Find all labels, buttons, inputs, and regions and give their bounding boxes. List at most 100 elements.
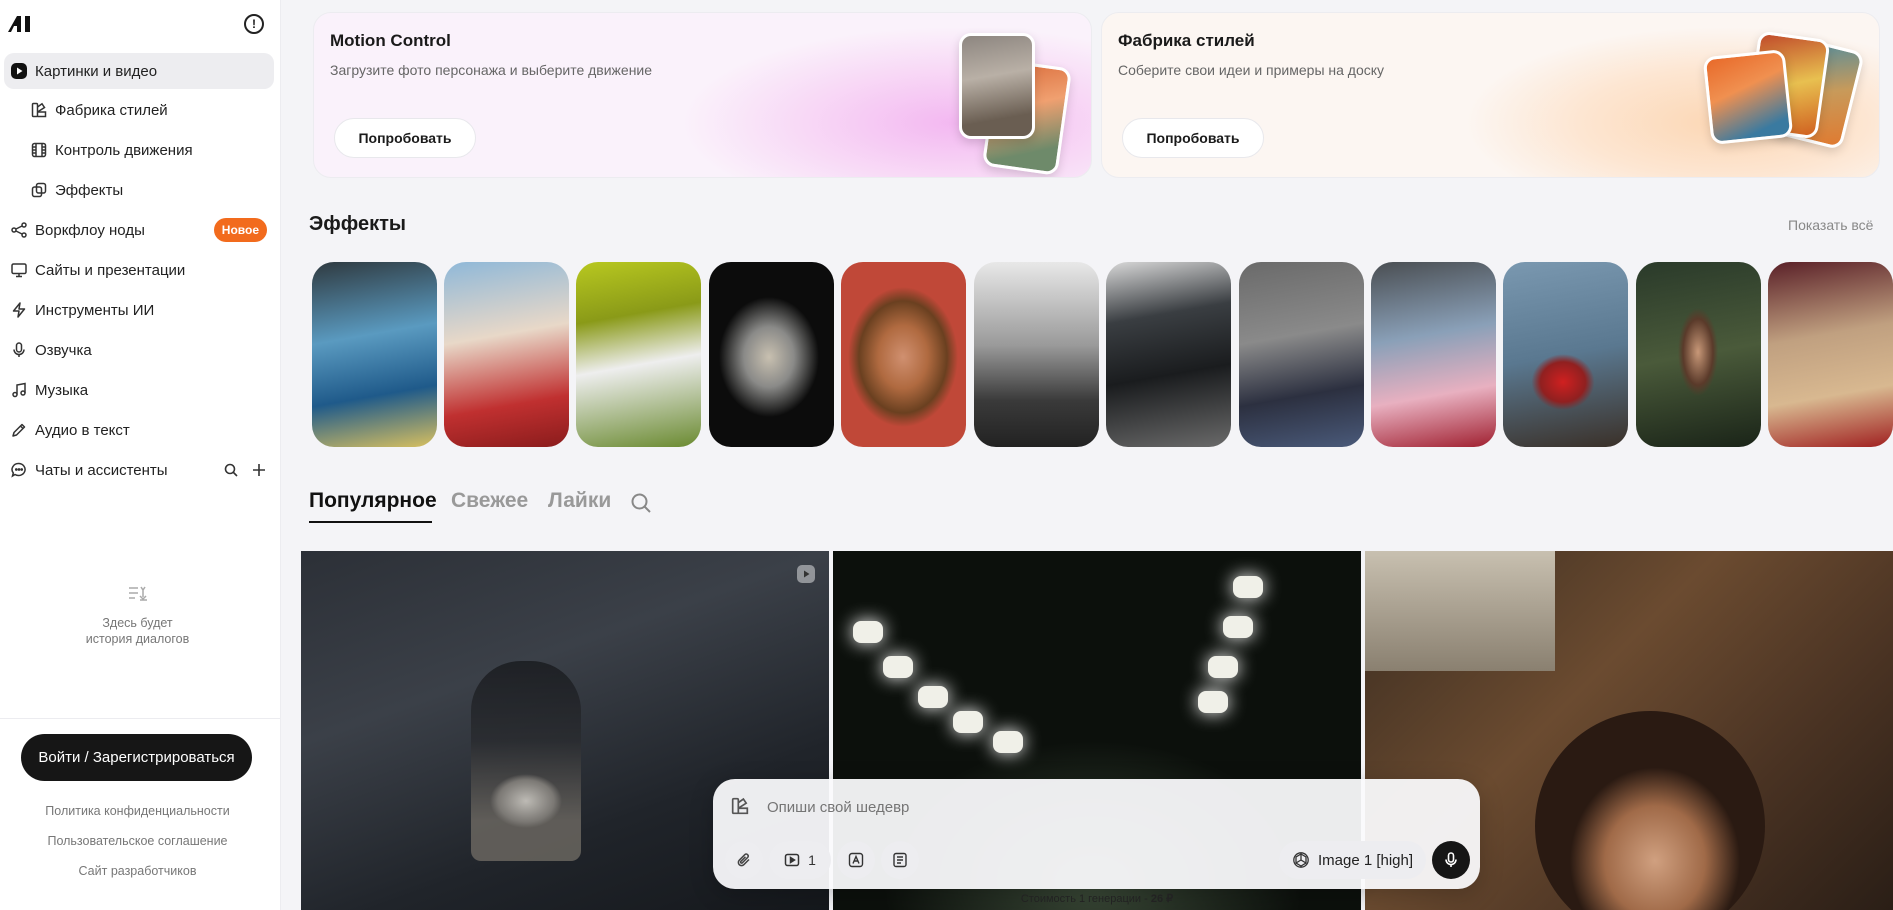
info-icon[interactable]: ! — [244, 14, 264, 34]
effects-section-title: Эффекты — [309, 213, 406, 235]
search-icon[interactable] — [224, 463, 238, 477]
user-agreement-link[interactable]: Пользовательское соглашение — [0, 834, 275, 848]
effect-card[interactable] — [1636, 262, 1761, 447]
play-badge-icon — [6, 62, 32, 80]
effect-card[interactable] — [1768, 262, 1893, 447]
sidebar-item-label: Инструменты ИИ — [35, 301, 155, 319]
sidebar-item-sites[interactable]: Сайты и презентации — [4, 252, 274, 288]
promo-card-motion-control[interactable]: Motion Control Загрузите фото персонажа … — [313, 12, 1092, 178]
effect-card[interactable] — [709, 262, 834, 447]
developers-link[interactable]: Сайт разработчиков — [0, 864, 275, 878]
play-square-icon — [784, 853, 800, 867]
sidebar-item-label: Фабрика стилей — [55, 101, 168, 119]
effect-card[interactable] — [1503, 262, 1628, 447]
bokeh-light — [1208, 656, 1238, 678]
sidebar-item-style-factory[interactable]: Фабрика стилей — [4, 92, 274, 128]
sidebar-item-images-video[interactable]: Картинки и видео — [4, 53, 274, 89]
text-mode-button[interactable] — [837, 841, 875, 879]
new-badge: Новое — [213, 218, 267, 242]
promo-card-style-factory[interactable]: Фабрика стилей Соберите свои идеи и прим… — [1101, 12, 1880, 178]
count-value: 1 — [808, 852, 816, 868]
sidebar-item-label: Сайты и презентации — [35, 261, 186, 279]
feed-kitchen-hood — [1365, 551, 1555, 671]
sidebar-item-label: Аудио в текст — [35, 421, 130, 439]
sidebar-item-motion-control[interactable]: Контроль движения — [4, 132, 274, 168]
effect-card[interactable] — [312, 262, 437, 447]
try-button[interactable]: Попробовать — [334, 118, 476, 158]
film-icon — [26, 142, 52, 158]
effect-card[interactable] — [841, 262, 966, 447]
bokeh-light — [1223, 616, 1253, 638]
chat-tools — [224, 463, 266, 477]
prompt-bar: 1 Image 1 [high] — [713, 779, 1480, 889]
model-select-button[interactable]: Image 1 [high] — [1279, 841, 1426, 879]
effect-card[interactable] — [1106, 262, 1231, 447]
voice-input-button[interactable] — [1432, 841, 1470, 879]
notes-button[interactable] — [881, 841, 919, 879]
video-badge-icon — [797, 565, 815, 583]
effect-card[interactable] — [974, 262, 1099, 447]
cost-value: 26 ₽ — [1150, 893, 1174, 905]
monitor-icon — [6, 262, 32, 278]
promo-title: Motion Control — [330, 31, 451, 50]
sidebar: ! Картинки и видео Фабрика стилей Контро… — [0, 0, 281, 910]
show-all-link[interactable]: Показать всё — [1788, 217, 1873, 233]
microphone-icon — [6, 342, 32, 358]
tab-fresh[interactable]: Свежее — [451, 489, 528, 513]
sidebar-item-effects[interactable]: Эффекты — [4, 172, 274, 208]
sidebar-item-label: Воркфлоу ноды — [35, 221, 145, 239]
effect-card[interactable] — [444, 262, 569, 447]
bokeh-light — [883, 656, 913, 678]
sidebar-item-label: Эффекты — [55, 181, 124, 199]
generation-cost: Стоимость 1 генерации - 26 ₽ — [833, 892, 1361, 905]
sidebar-item-label: Озвучка — [35, 341, 92, 359]
app-logo[interactable] — [8, 14, 38, 40]
letter-a-icon — [848, 852, 864, 868]
search-icon[interactable] — [630, 492, 652, 519]
model-label: Image 1 [high] — [1317, 851, 1414, 869]
promo-subtitle: Загрузите фото персонажа и выберите движ… — [330, 62, 653, 78]
effect-card[interactable] — [1371, 262, 1496, 447]
bokeh-light — [953, 711, 983, 733]
history-list-icon — [0, 585, 275, 607]
sidebar-item-audio-to-text[interactable]: Аудио в текст — [4, 412, 274, 448]
effect-card[interactable] — [576, 262, 701, 447]
sidebar-item-ai-tools[interactable]: Инструменты ИИ — [4, 292, 274, 328]
tab-likes[interactable]: Лайки — [548, 489, 611, 513]
promo-thumbnail — [1702, 48, 1794, 146]
sidebar-item-music[interactable]: Музыка — [4, 372, 274, 408]
history-empty-text: Здесь будет история диалогов — [85, 616, 190, 646]
sidebar-item-label: Музыка — [35, 381, 89, 399]
logo-mark-icon — [8, 16, 30, 32]
history-empty-state: Здесь будет история диалогов — [0, 585, 275, 647]
sidebar-item-workflow-nodes[interactable]: Воркфлоу ноды Новое — [4, 212, 274, 248]
bokeh-light — [1233, 576, 1263, 598]
promo-title: Фабрика стилей — [1118, 31, 1255, 50]
privacy-policy-link[interactable]: Политика конфиденциальности — [0, 804, 275, 818]
effect-card[interactable] — [1239, 262, 1364, 447]
tab-popular[interactable]: Популярное — [309, 489, 437, 513]
promo-thumbnail — [959, 33, 1035, 139]
music-note-icon — [6, 382, 32, 398]
style-factory-icon[interactable] — [731, 797, 749, 820]
nodes-icon — [6, 222, 32, 238]
feed-figure — [471, 661, 581, 861]
tab-underline — [309, 521, 432, 523]
sidebar-item-chats[interactable]: Чаты и ассистенты — [4, 452, 274, 488]
bolt-icon — [6, 302, 32, 318]
document-icon — [893, 852, 907, 868]
sidebar-divider — [0, 718, 281, 719]
attach-button[interactable] — [725, 841, 763, 879]
feed-face — [1535, 711, 1765, 910]
style-factory-icon — [26, 102, 52, 118]
prompt-input[interactable] — [767, 799, 1407, 816]
openai-icon — [1293, 852, 1309, 868]
count-button[interactable]: 1 — [769, 841, 831, 879]
layers-icon — [26, 182, 52, 198]
promo-subtitle: Соберите свои идеи и примеры на доску — [1118, 62, 1385, 78]
login-button[interactable]: Войти / Зарегистрироваться — [21, 734, 252, 781]
sidebar-item-voiceover[interactable]: Озвучка — [4, 332, 274, 368]
plus-icon[interactable] — [252, 463, 266, 477]
sidebar-item-label: Чаты и ассистенты — [35, 461, 168, 479]
try-button[interactable]: Попробовать — [1122, 118, 1264, 158]
